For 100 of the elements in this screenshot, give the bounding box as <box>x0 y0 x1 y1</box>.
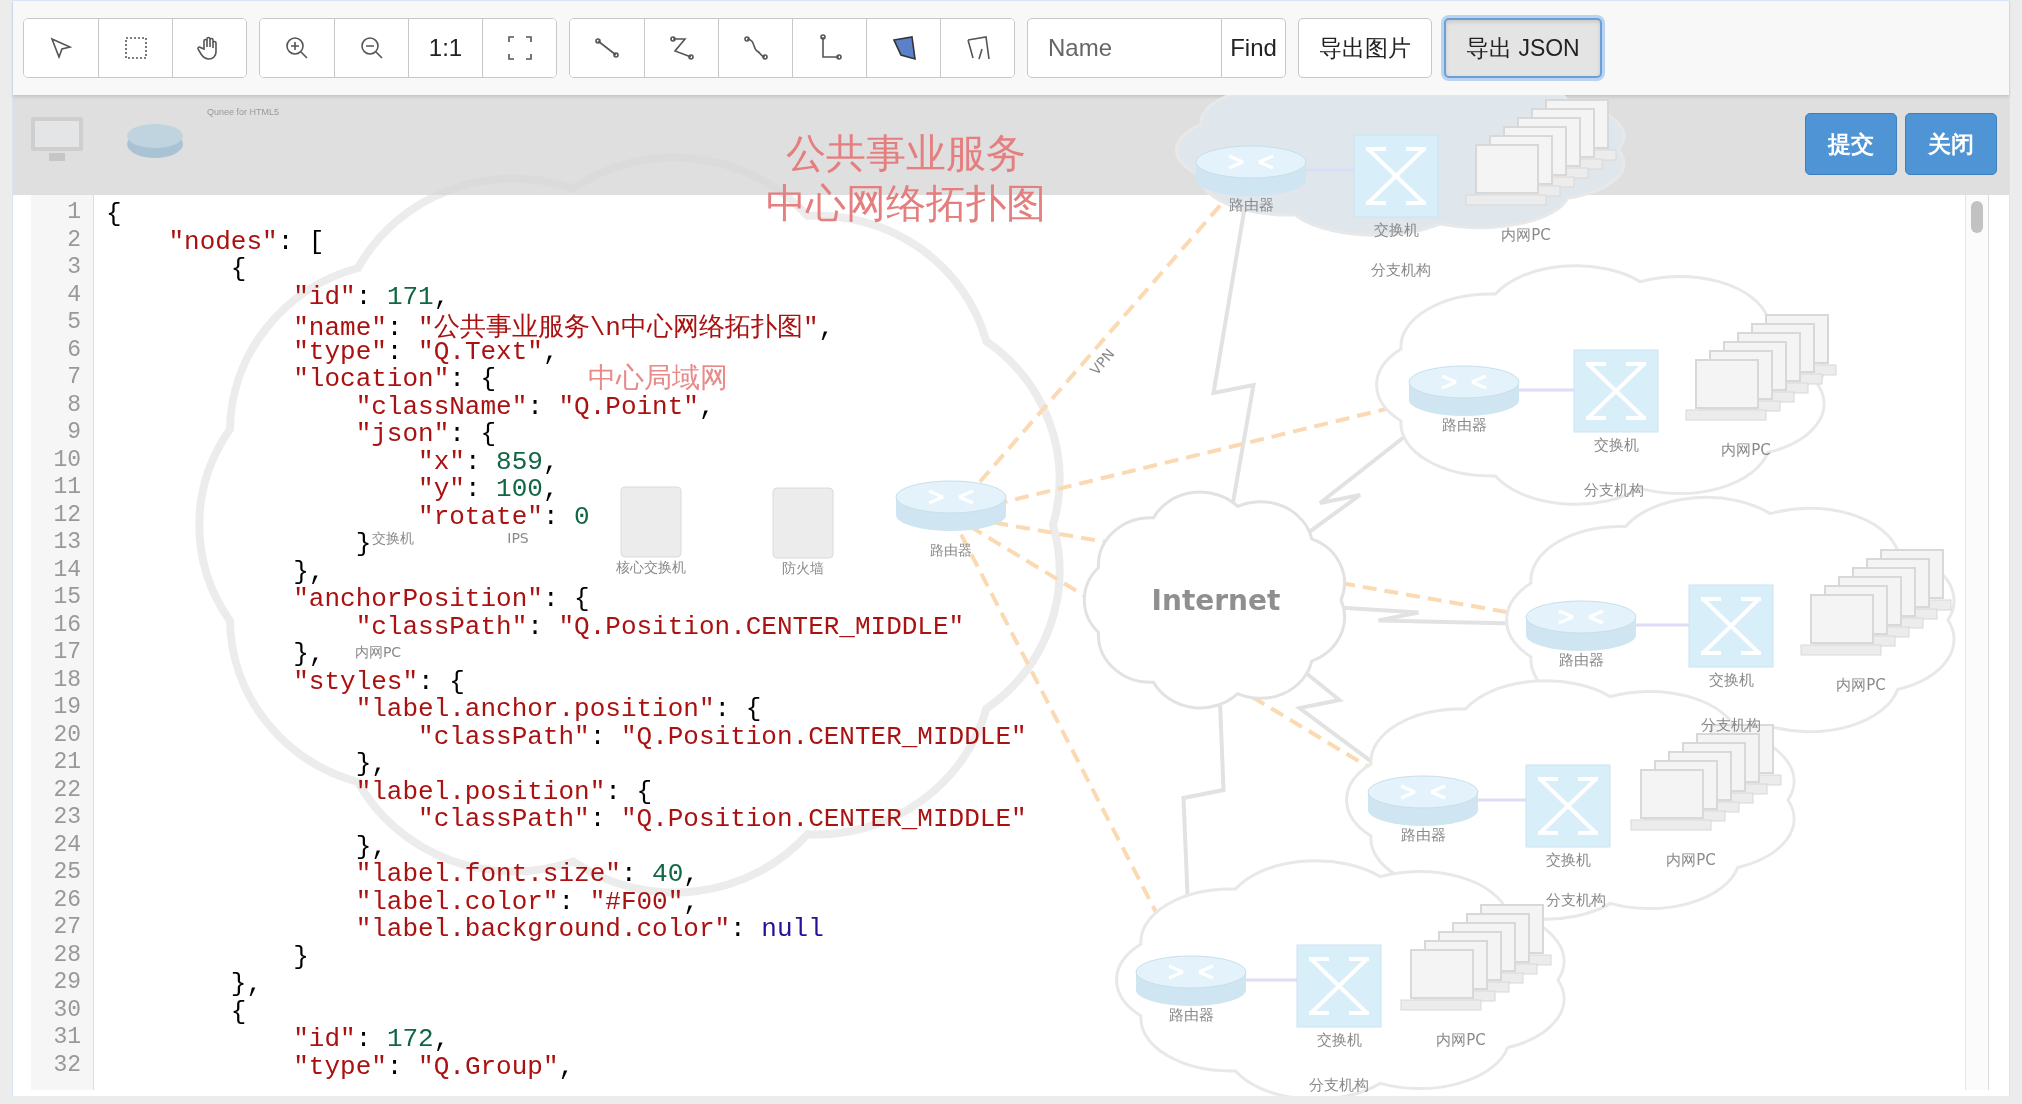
code-line: "label.font.size": 40, <box>354 859 699 887</box>
computers-icon <box>1800 549 1952 656</box>
line-number: 13 <box>52 529 82 557</box>
code-line: "classPath": "Q.Position.CENTER_MIDDLE" <box>417 804 1027 832</box>
code-line: "id": 172, <box>292 1024 450 1052</box>
code-line: }, <box>354 831 387 859</box>
line-number: 16 <box>52 611 82 639</box>
switch-icon <box>1688 584 1774 668</box>
line-number: 9 <box>66 419 82 447</box>
line-number: 5 <box>66 309 82 337</box>
code-line: }, <box>292 639 325 667</box>
code-line: } <box>354 529 372 557</box>
line-number: 24 <box>52 831 82 859</box>
switch-icon <box>1525 764 1611 848</box>
line-number: 1 <box>66 199 82 227</box>
diagram-title: 公共事业服务 <box>786 130 1026 176</box>
cloud-label: Internet <box>1151 584 1281 617</box>
code-line: { <box>229 254 247 282</box>
node-label: 交换机 <box>1593 436 1639 454</box>
line-number: 22 <box>52 776 82 804</box>
code-line: "type": "Q.Group", <box>292 1051 575 1079</box>
line-number: 28 <box>52 941 82 969</box>
server-icon <box>772 487 834 559</box>
code-line: }, <box>354 749 387 777</box>
node-label: 路由器 <box>930 542 972 558</box>
line-number: 29 <box>52 969 82 997</box>
router-icon <box>1367 775 1479 826</box>
code-line: "nodes": [ <box>167 226 325 254</box>
line-number: 23 <box>52 804 82 832</box>
line-number: 27 <box>52 914 82 942</box>
find-button[interactable]: Find <box>1222 18 1286 78</box>
line-number: 2 <box>66 226 82 254</box>
line-number: 6 <box>66 336 82 364</box>
code-line: "json": { <box>354 419 497 447</box>
node-label: 路由器 <box>1168 1006 1214 1024</box>
tool-button[interactable] <box>940 19 1014 77</box>
line-number: 21 <box>52 749 82 777</box>
line-number: 10 <box>52 446 82 474</box>
code-line: "classPath": "Q.Position.CENTER_MIDDLE" <box>354 611 965 639</box>
line-number: 8 <box>66 391 82 419</box>
code-line: "anchorPosition": { <box>292 584 590 612</box>
code-line: "y": 100, <box>417 474 559 502</box>
group-label: 分支机构 <box>1371 261 1431 279</box>
switch-icon <box>1296 944 1382 1028</box>
node-label: 路由器 <box>1441 416 1487 434</box>
code-line: }, <box>229 969 263 997</box>
group-title: 中心局域网 <box>588 361 728 394</box>
switch-icon <box>1573 349 1659 433</box>
line-number: 11 <box>52 474 82 502</box>
node-label: 核心交换机 <box>616 559 686 575</box>
node-label: 防火墙 <box>782 560 824 576</box>
code-line: "location": { <box>292 364 497 392</box>
line-number: 12 <box>52 501 82 529</box>
node-label: 交换机 <box>1545 851 1591 869</box>
line-number: 17 <box>52 639 82 667</box>
group-label: 分支机构 <box>1546 891 1606 909</box>
export-button[interactable]: 导出图片 <box>1298 18 1432 78</box>
node-label: 交换机 <box>1316 1031 1362 1049</box>
switch-icon <box>1353 134 1439 218</box>
group-label: 分支机构 <box>1701 716 1761 734</box>
router-icon <box>1195 145 1307 196</box>
router-icon <box>1525 600 1637 651</box>
line-number: 15 <box>52 584 82 612</box>
code-line: "rotate": 0 <box>417 501 590 529</box>
line-number: 14 <box>52 556 82 584</box>
code-line: "label.color": "#F00", <box>354 886 699 914</box>
node-label: 交换机 <box>1708 671 1754 689</box>
router-icon <box>1408 365 1520 416</box>
scrollbar-thumb[interactable] <box>1971 201 1983 233</box>
line-number: 25 <box>52 859 82 887</box>
line-number: 4 <box>66 281 82 309</box>
export-button[interactable]: 导出 JSON <box>1444 18 1602 78</box>
code-line: "styles": { <box>292 666 465 694</box>
tool-button[interactable] <box>172 19 246 77</box>
router-icon <box>895 480 1007 531</box>
line-number: 31 <box>52 1024 82 1052</box>
computers-icon <box>1685 314 1837 421</box>
node-label: 交换机 <box>1373 221 1419 239</box>
node-label: 内网PC <box>1501 226 1551 244</box>
line-number: 32 <box>52 1051 82 1079</box>
search-field[interactable]: Name <box>1027 18 1222 78</box>
node-label: 内网PC <box>1721 441 1771 459</box>
node-label: 交换机 <box>372 530 414 546</box>
code-line: "label.position": { <box>354 776 653 804</box>
node-label: 路由器 <box>1400 826 1446 844</box>
node-label: 内网PC <box>1436 1031 1486 1049</box>
line-number: 18 <box>52 666 82 694</box>
line-number: 20 <box>52 721 82 749</box>
diagram-title: 中心网络拓扑图 <box>766 180 1046 226</box>
node-label: 内网PC <box>1666 851 1716 869</box>
code-line: { <box>229 996 247 1024</box>
code-line: "classPath": "Q.Position.CENTER_MIDDLE" <box>417 721 1027 749</box>
code-line: }, <box>292 556 325 584</box>
code-line: { <box>106 199 122 227</box>
line-number: 30 <box>52 996 82 1024</box>
node-label: 路由器 <box>1558 651 1604 669</box>
server-icon <box>620 486 682 558</box>
line-number: 7 <box>66 364 82 392</box>
group-label: 分支机构 <box>1584 481 1644 499</box>
line-number: 3 <box>66 254 82 282</box>
